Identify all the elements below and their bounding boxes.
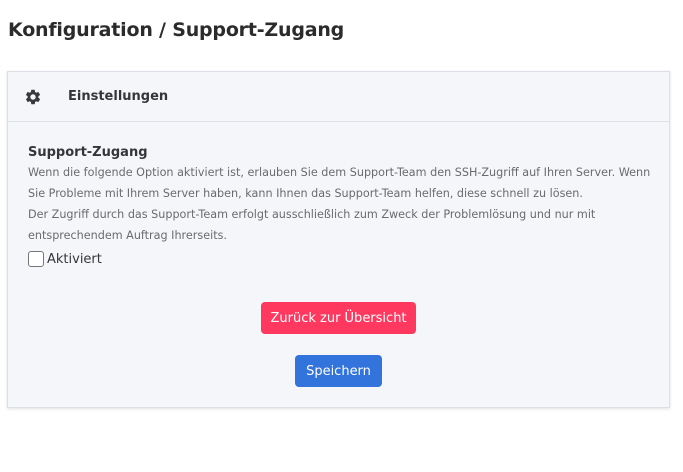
- description-line-2: Der Zugriff durch das Support-Team erfol…: [28, 208, 596, 242]
- card-title: Einstellungen: [68, 89, 169, 104]
- enabled-checkbox-label[interactable]: Aktiviert: [47, 252, 102, 267]
- enabled-checkbox[interactable]: [28, 251, 44, 267]
- settings-card: Einstellungen Support-Zugang Wenn die fo…: [7, 71, 670, 408]
- description-line-1: Wenn die folgende Option aktiviert ist, …: [28, 166, 651, 200]
- description-paragraph: Wenn die folgende Option aktiviert ist, …: [28, 162, 658, 246]
- card-header: Einstellungen: [8, 72, 669, 122]
- section-title: Support-Zugang: [28, 145, 148, 160]
- save-button[interactable]: Speichern: [295, 355, 382, 387]
- card-body: Support-Zugang Wenn die folgende Option …: [8, 122, 669, 267]
- enabled-checkbox-row[interactable]: Aktiviert: [28, 251, 649, 267]
- gear-icon: [23, 87, 43, 107]
- back-to-overview-button[interactable]: Zurück zur Übersicht: [261, 302, 416, 334]
- page-title: Konfiguration / Support-Zugang: [8, 19, 345, 41]
